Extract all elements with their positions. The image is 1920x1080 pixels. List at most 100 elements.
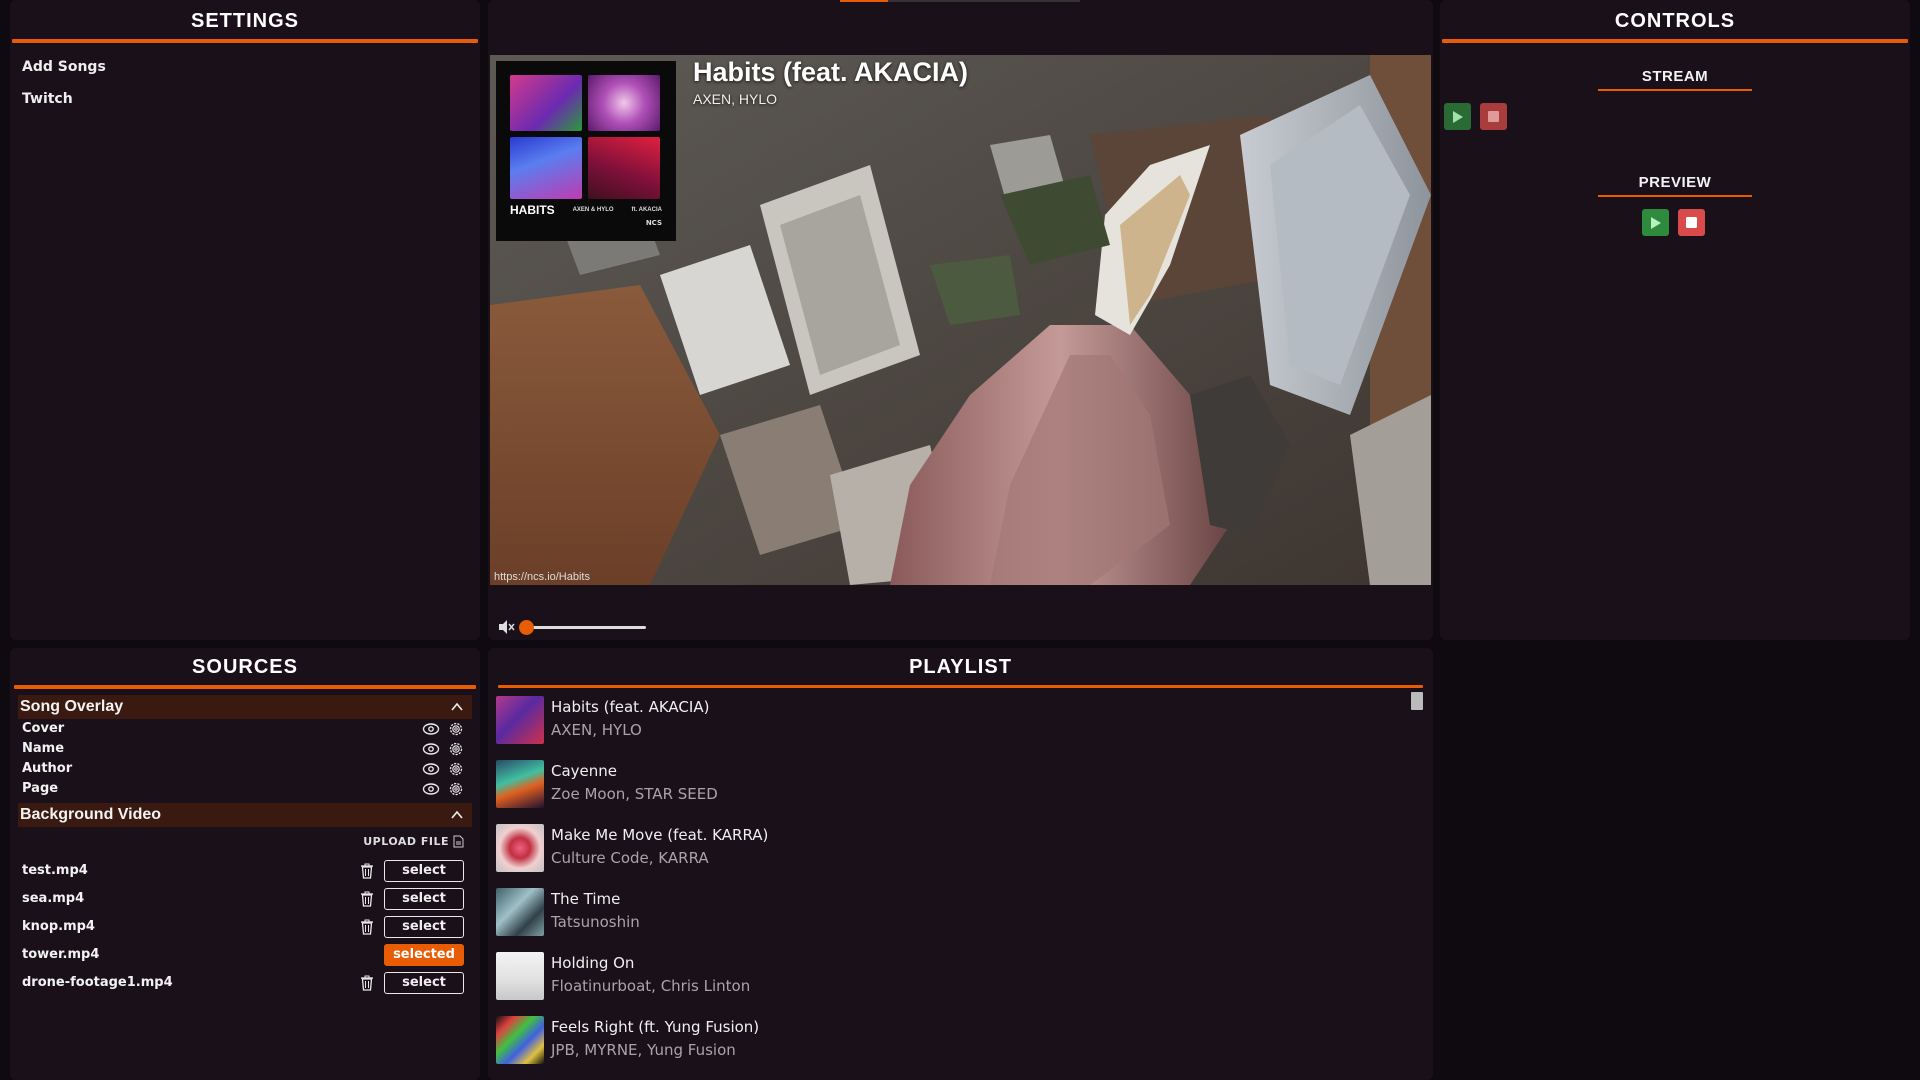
stream-label: STREAM (1641, 68, 1709, 85)
video-file-row: tower.mp4 selected (22, 941, 468, 969)
cover-art-tile (588, 137, 660, 199)
song-overlay-header[interactable]: Song Overlay (18, 695, 472, 719)
stream-divider (1598, 89, 1752, 91)
playlist-item-title: Cayenne (551, 762, 618, 780)
overlay-cover-art: HABITS AXEN & HYLO ft. AKACIA NCS (496, 61, 676, 241)
video-file-name: test.mp4 (22, 863, 88, 878)
selected-video-button[interactable]: selected (384, 944, 464, 966)
preview-divider (1598, 195, 1752, 197)
cover-art-feat: ft. AKACIA (631, 207, 662, 213)
cover-art-tile (510, 75, 582, 131)
background-video-label: Background Video (20, 806, 162, 823)
controls-panel: CONTROLS STREAM PREVIEW (1440, 0, 1910, 640)
settings-panel: SETTINGS Add Songs Twitch (10, 0, 480, 640)
playlist-item-artist: Tatsunoshin (551, 913, 640, 931)
preview-play-button[interactable] (1642, 209, 1669, 236)
overlay-item-row: Author (22, 759, 468, 779)
volume-control (498, 617, 698, 637)
trash-icon[interactable] (360, 919, 374, 935)
playlist-item-artist: JPB, MYRNE, Yung Fusion (551, 1041, 736, 1059)
select-video-button[interactable]: select (384, 972, 464, 994)
play-icon (1650, 216, 1661, 229)
video-file-name: knop.mp4 (22, 919, 95, 934)
trash-icon[interactable] (360, 975, 374, 991)
playlist-panel: PLAYLIST Habits (feat. AKACIA) AXEN, HYLO… (488, 648, 1433, 1080)
gear-icon[interactable] (448, 741, 464, 757)
overlay-song-title: Habits (feat. AKACIA) (693, 57, 969, 87)
select-video-button[interactable]: select (384, 916, 464, 938)
video-file-name: sea.mp4 (22, 891, 85, 906)
file-icon (453, 835, 464, 848)
playlist-item[interactable]: The Time Tatsunoshin (496, 886, 1396, 936)
overlay-song-page: https://ncs.io/Habits (494, 571, 590, 583)
playlist-item-thumbnail (496, 760, 544, 808)
select-video-button[interactable]: select (384, 888, 464, 910)
stream-play-button[interactable] (1444, 103, 1471, 130)
playlist-item-title: The Time (551, 890, 621, 908)
playlist-item-artist: AXEN, HYLO (551, 721, 642, 739)
background-video-header[interactable]: Background Video (18, 803, 472, 827)
playlist-divider (498, 685, 1423, 688)
overlay-item-label: Cover (22, 721, 65, 736)
playlist-item[interactable]: Feels Right (ft. Yung Fusion) JPB, MYRNE,… (496, 1014, 1396, 1064)
video-file-name: drone-footage1.mp4 (22, 975, 173, 990)
overlay-item-row: Cover (22, 719, 468, 739)
upload-file-label: UPLOAD FILE (363, 835, 449, 848)
mute-icon[interactable] (498, 619, 516, 635)
cover-art-text: HABITS (510, 203, 555, 217)
eye-icon[interactable] (422, 721, 440, 737)
gear-icon[interactable] (448, 761, 464, 777)
playlist-item-title: Holding On (551, 954, 635, 972)
preview-label: PREVIEW (1638, 174, 1712, 191)
playlist-item-thumbnail (496, 888, 544, 936)
playlist-item-thumbnail (496, 952, 544, 1000)
playlist-item[interactable]: Holding On Floatinurboat, Chris Linton (496, 950, 1396, 1000)
overlay-item-row: Name (22, 739, 468, 759)
trash-icon[interactable] (360, 891, 374, 907)
eye-icon[interactable] (422, 781, 440, 797)
cover-art-artists: AXEN & HYLO (572, 207, 614, 213)
settings-item-twitch[interactable]: Twitch (10, 83, 480, 115)
playlist-scrollbar[interactable] (1411, 692, 1423, 710)
chevron-up-icon (451, 702, 463, 711)
eye-icon[interactable] (422, 761, 440, 777)
gear-icon[interactable] (448, 721, 464, 737)
overlay-item-label: Author (22, 761, 73, 776)
overlay-item-label: Page (22, 781, 59, 796)
play-icon (1452, 110, 1463, 123)
playlist-item[interactable]: Make Me Move (feat. KARRA) Culture Code, … (496, 822, 1396, 872)
playlist-item[interactable]: Habits (feat. AKACIA) AXEN, HYLO (496, 694, 1396, 744)
playlist-item-title: Make Me Move (feat. KARRA) (551, 826, 769, 844)
song-overlay-label: Song Overlay (20, 698, 124, 715)
stream-stop-button[interactable] (1480, 103, 1507, 130)
preview-stop-button[interactable] (1678, 209, 1705, 236)
playlist-title: PLAYLIST (909, 656, 1012, 678)
sources-title: SOURCES (192, 656, 298, 678)
preview-panel: HABITS AXEN & HYLO ft. AKACIA NCS Habits… (488, 0, 1433, 640)
eye-icon[interactable] (422, 741, 440, 757)
settings-item-add-songs[interactable]: Add Songs (10, 51, 480, 83)
video-preview: HABITS AXEN & HYLO ft. AKACIA NCS Habits… (490, 55, 1431, 585)
trash-icon[interactable] (360, 863, 374, 879)
playlist-item-thumbnail (496, 696, 544, 744)
video-file-name: tower.mp4 (22, 947, 100, 962)
playlist-item-title: Habits (feat. AKACIA) (551, 698, 710, 716)
stop-icon (1686, 217, 1697, 228)
video-file-row: drone-footage1.mp4 select (22, 969, 468, 997)
gear-icon[interactable] (448, 781, 464, 797)
playlist-item[interactable]: Cayenne Zoe Moon, STAR SEED (496, 758, 1396, 808)
playlist-item-artist: Floatinurboat, Chris Linton (551, 977, 751, 995)
cover-art-label: NCS (645, 219, 662, 227)
controls-divider (1442, 39, 1908, 43)
overlay-song-author: AXEN, HYLO (693, 91, 778, 107)
volume-slider-track[interactable] (528, 626, 646, 629)
overlay-item-label: Name (22, 741, 65, 756)
upload-file-button[interactable]: UPLOAD FILE (363, 835, 464, 848)
sources-panel: SOURCES Song Overlay Cover Name Author Page… (10, 648, 480, 1080)
volume-slider-thumb[interactable] (519, 620, 534, 635)
playlist-item-thumbnail (496, 824, 544, 872)
sources-divider (14, 685, 476, 689)
select-video-button[interactable]: select (384, 860, 464, 882)
overlay-item-row: Page (22, 779, 468, 799)
settings-title: SETTINGS (190, 10, 299, 32)
